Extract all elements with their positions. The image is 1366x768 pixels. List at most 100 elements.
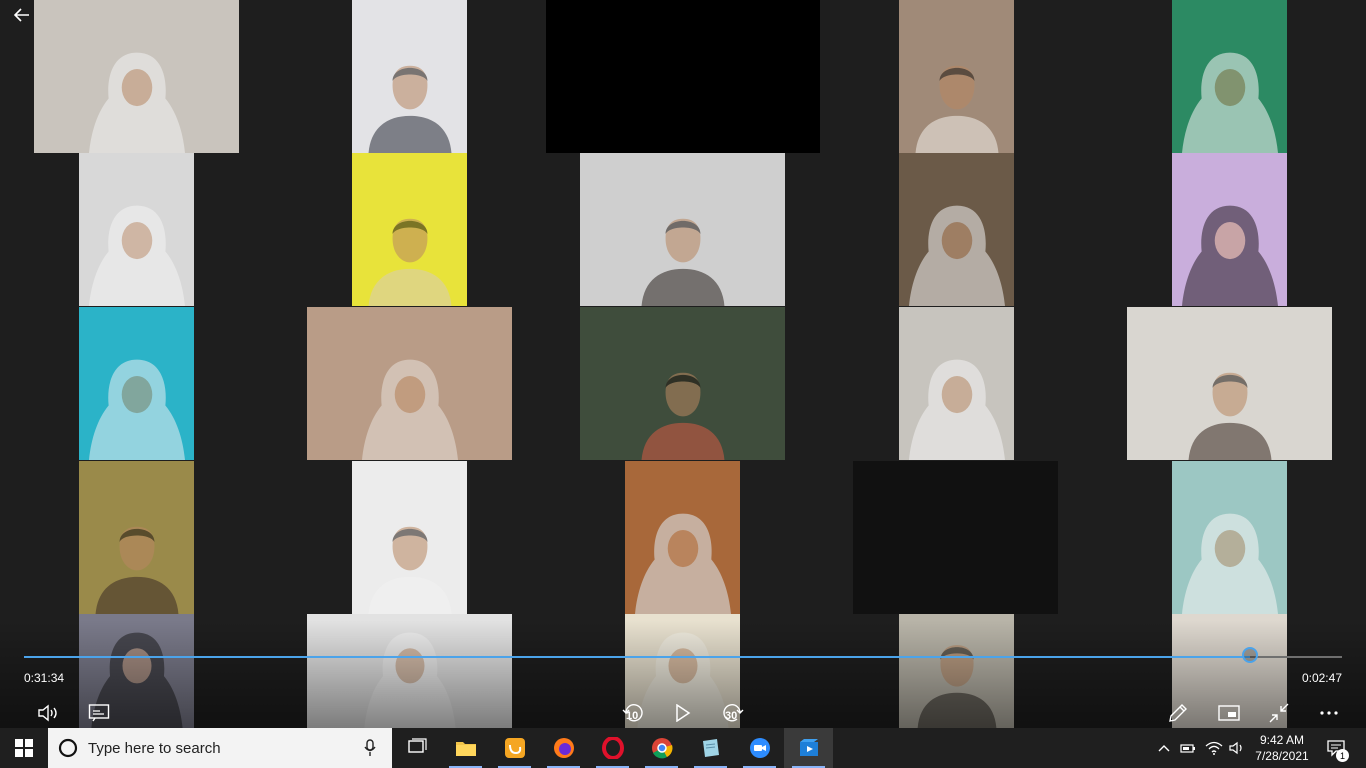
firefox-icon	[553, 738, 574, 758]
person-icon	[368, 65, 451, 153]
uc-browser-icon	[504, 738, 525, 758]
person-hijab-icon	[1181, 52, 1278, 153]
skip-forward-button[interactable]: 30	[720, 700, 746, 726]
video-tile-participant-7	[352, 153, 467, 306]
clock-time: 9:42 AM	[1259, 733, 1304, 747]
chevron-up-icon	[1158, 745, 1170, 752]
play-button[interactable]	[672, 702, 694, 724]
video-tile-participant-20	[1172, 461, 1287, 614]
video-tile-participant-15	[1127, 307, 1332, 460]
video-tile-participant-24	[899, 614, 1014, 728]
person-icon	[368, 526, 451, 614]
skip-back-label: 10	[626, 710, 639, 722]
video-tile-participant-13	[580, 307, 785, 460]
video-tile-participant-8	[580, 153, 785, 306]
video-tile-participant-5	[1172, 0, 1287, 153]
exit-fullscreen-icon	[1269, 703, 1289, 723]
video-tile-participant-9	[899, 153, 1014, 306]
video-tile-participant-10	[1172, 153, 1287, 306]
person-icon	[641, 218, 724, 306]
video-player[interactable]: 0:31:34 0:02:47 10 30	[0, 0, 1366, 728]
person-hijab-icon	[88, 359, 185, 460]
video-tile-participant-22	[307, 614, 512, 728]
play-icon	[676, 704, 691, 722]
task-view-icon	[407, 738, 427, 753]
movies-tv-icon	[799, 739, 818, 756]
video-tile-participant-6	[79, 153, 194, 306]
person-icon	[95, 526, 178, 614]
video-tile-participant-2	[352, 0, 467, 153]
video-tile-participant-14	[899, 307, 1014, 460]
taskbar-search-box[interactable]: Type here to search	[48, 728, 392, 768]
start-button[interactable]	[0, 728, 48, 768]
taskbar-app-notes[interactable]	[686, 728, 735, 768]
remaining-time: 0:02:47	[1301, 671, 1342, 685]
back-arrow-icon	[14, 8, 29, 22]
seek-bar[interactable]	[24, 647, 1342, 663]
taskbar-app-chrome[interactable]	[637, 728, 686, 768]
zoom-icon	[749, 738, 770, 758]
video-tile-participant-4	[899, 0, 1014, 153]
taskbar-app-movies-tv[interactable]	[784, 728, 833, 768]
volume-button[interactable]	[36, 701, 62, 725]
back-button[interactable]	[8, 4, 36, 26]
video-tile-participant-16	[79, 461, 194, 614]
person-icon	[917, 645, 996, 728]
pen-icon	[1169, 704, 1187, 722]
volume-tray[interactable]	[1227, 728, 1247, 768]
microphone-icon[interactable]	[364, 739, 376, 757]
person-icon	[915, 65, 998, 153]
windows-taskbar: Type here to search 9:42 AM 7/28/2021 1	[0, 728, 1366, 768]
taskbar-app-opera[interactable]	[588, 728, 637, 768]
video-tile-participant-1	[34, 0, 239, 153]
wifi-icon	[1205, 741, 1223, 755]
captions-button[interactable]	[87, 701, 111, 725]
skip-back-button[interactable]: 10	[620, 700, 646, 726]
search-placeholder: Type here to search	[88, 739, 221, 757]
taskbar-app-file-explorer[interactable]	[441, 728, 490, 768]
person-icon	[641, 372, 724, 460]
network-tray[interactable]	[1203, 728, 1225, 768]
edit-button[interactable]	[1166, 701, 1190, 725]
elapsed-time: 0:31:34	[24, 671, 65, 685]
person-hijab-icon	[88, 52, 185, 153]
skip-forward-label: 30	[725, 710, 738, 722]
chrome-icon	[651, 738, 672, 759]
seek-bar-progress	[24, 656, 1250, 658]
show-hidden-icons-button[interactable]	[1155, 728, 1173, 768]
battery-icon	[1180, 744, 1195, 753]
action-center-button[interactable]: 1	[1318, 728, 1354, 768]
person-hijab-icon	[363, 632, 456, 728]
clock[interactable]: 9:42 AM 7/28/2021	[1252, 728, 1312, 768]
person-icon	[1188, 372, 1271, 460]
person-hijab-icon	[1181, 205, 1278, 306]
person-hijab-icon	[908, 359, 1005, 460]
video-tile-participant-12	[307, 307, 512, 460]
taskbar-app-task-view[interactable]	[392, 728, 441, 768]
battery-tray[interactable]	[1178, 728, 1198, 768]
opera-icon	[601, 737, 624, 759]
taskbar-app-firefox[interactable]	[539, 728, 588, 768]
video-tile-participant-11	[79, 307, 194, 460]
cortana-circle-icon	[58, 738, 78, 758]
notification-count-badge: 1	[1336, 749, 1349, 762]
video-tile-participant-3	[546, 0, 820, 153]
volume-icon	[38, 704, 57, 722]
mini-view-button[interactable]	[1216, 701, 1242, 725]
taskbar-app-zoom[interactable]	[735, 728, 784, 768]
video-tile-participant-17	[352, 461, 467, 614]
captions-icon	[88, 704, 110, 722]
person-hijab-icon	[634, 513, 731, 614]
mini-view-icon	[1218, 705, 1240, 721]
person-hijab-icon	[908, 205, 1005, 306]
person-hijab-icon	[88, 205, 185, 306]
seek-thumb[interactable]	[1241, 647, 1258, 663]
windows-logo-icon	[15, 739, 33, 757]
notes-icon	[702, 739, 719, 757]
more-options-button[interactable]	[1316, 701, 1342, 725]
folder-icon	[455, 742, 476, 756]
taskbar-app-uc-browser[interactable]	[490, 728, 539, 768]
person-hijab-icon	[1181, 513, 1278, 614]
speaker-icon	[1229, 741, 1242, 755]
exit-fullscreen-button[interactable]	[1267, 701, 1291, 725]
